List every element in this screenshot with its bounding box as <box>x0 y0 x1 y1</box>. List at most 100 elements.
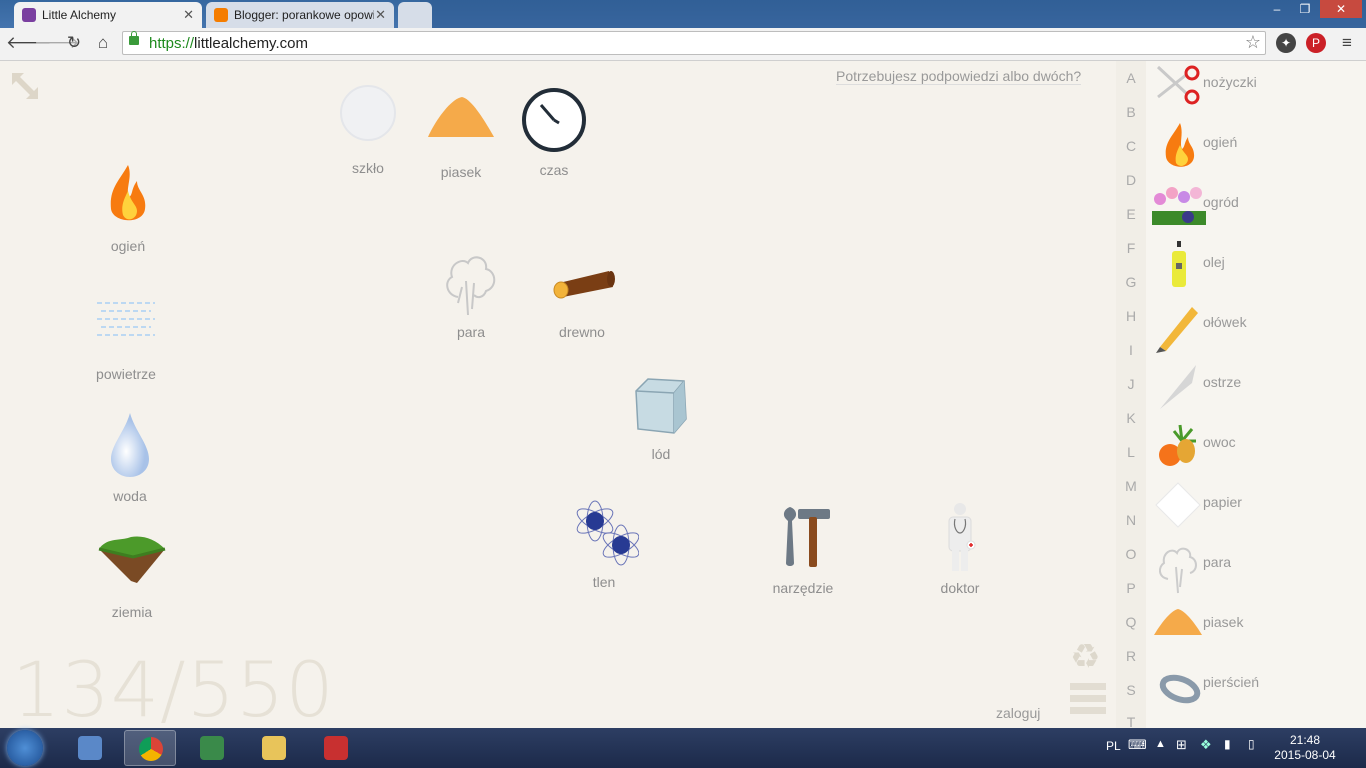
clock-date: 2015-08-04 <box>1274 748 1336 762</box>
workspace-element[interactable]: tlen <box>554 497 654 590</box>
workspace-element[interactable]: powietrze <box>76 289 176 382</box>
library-item[interactable]: ogień <box>1146 121 1366 181</box>
little-alchemy-game: Potrzebujesz podpowiedzi albo dwóch? ogi… <box>0 61 1366 734</box>
login-link[interactable]: zaloguj <box>996 705 1040 721</box>
element-library[interactable]: nożyczki ogień ogród olej ołówek ostrze … <box>1146 61 1366 728</box>
alphabet-letter[interactable]: B <box>1116 104 1146 120</box>
home-icon[interactable]: ⌂ <box>92 32 114 54</box>
discovered-counter: 134/550 <box>12 645 335 734</box>
taskbar-notebook-app[interactable] <box>186 730 238 766</box>
workspace-element[interactable]: piasek <box>411 87 511 180</box>
alphabet-letter[interactable]: M <box>1116 478 1146 494</box>
alphabet-letter[interactable]: R <box>1116 648 1146 664</box>
tab-close-icon[interactable]: ✕ <box>183 7 194 23</box>
alphabet-letter[interactable]: E <box>1116 206 1146 222</box>
library-item[interactable]: ostrze <box>1146 361 1366 421</box>
alphabet-letter[interactable]: N <box>1116 512 1146 528</box>
alphabet-letter[interactable]: G <box>1116 274 1146 290</box>
steam-icon <box>1158 547 1197 594</box>
water-drop-icon <box>111 413 149 477</box>
alphabet-letter[interactable]: P <box>1116 580 1146 596</box>
element-label: woda <box>113 488 147 504</box>
notebook-icon <box>200 736 224 760</box>
library-item[interactable]: piasek <box>1146 601 1366 661</box>
new-tab-button[interactable] <box>398 2 432 28</box>
library-item-label: nożyczki <box>1203 74 1257 90</box>
chrome-menu-icon[interactable]: ≡ <box>1336 32 1358 54</box>
taskbar-chrome[interactable] <box>124 730 176 766</box>
alphabet-letter[interactable]: S <box>1116 682 1146 698</box>
maximize-button[interactable]: ❐ <box>1292 0 1318 18</box>
library-item[interactable]: nożyczki <box>1146 61 1366 121</box>
extension-icon[interactable]: ✦ <box>1276 33 1296 53</box>
alphabet-letter[interactable]: Q <box>1116 614 1146 630</box>
browser-title-bar: Little Alchemy ✕ Blogger: porankowe opow… <box>0 0 1366 28</box>
keyboard-icon[interactable]: ⌨ <box>1128 737 1147 753</box>
address-bar[interactable]: https://littlealchemy.com ☆ <box>122 31 1266 55</box>
minimize-button[interactable]: – <box>1264 0 1290 18</box>
language-indicator[interactable]: PL <box>1106 739 1121 753</box>
close-window-button[interactable]: ✕ <box>1320 0 1362 18</box>
alphabet-letter[interactable]: L <box>1116 444 1146 460</box>
library-item[interactable]: pierścień <box>1146 661 1366 721</box>
workspace-element[interactable]: doktor <box>910 503 1010 596</box>
start-button[interactable] <box>7 730 43 766</box>
alphabet-letter[interactable]: K <box>1116 410 1146 426</box>
scissors-icon <box>1156 65 1200 105</box>
alphabet-letter[interactable]: A <box>1116 70 1146 86</box>
alphabet-letter[interactable]: F <box>1116 240 1146 256</box>
alphabet-letter[interactable]: O <box>1116 546 1146 562</box>
workspace-element[interactable]: woda <box>80 411 180 504</box>
reload-icon[interactable]: ↻ <box>63 32 85 54</box>
taskbar-app[interactable] <box>310 730 362 766</box>
workspace-element[interactable]: ziemia <box>82 527 182 620</box>
taskbar-scanner-app[interactable] <box>64 730 116 766</box>
alphabet-letter[interactable]: J <box>1116 376 1146 392</box>
workspace-element[interactable]: narzędzie <box>753 503 853 596</box>
tab-close-icon[interactable]: ✕ <box>375 7 386 23</box>
tab-title: Blogger: porankowe opowi <box>234 8 374 22</box>
signal-icon[interactable]: ▮ <box>1224 737 1231 751</box>
element-label: ziemia <box>111 604 153 620</box>
workspace-element[interactable]: czas <box>504 85 604 178</box>
steam-icon <box>446 256 496 316</box>
show-hidden-icons-icon[interactable]: ▲ <box>1155 738 1166 750</box>
workspace-element[interactable]: para <box>421 247 521 340</box>
library-item-label: ogród <box>1203 194 1239 210</box>
taskbar-explorer[interactable] <box>248 730 300 766</box>
back-arrow-icon[interactable]: 🡐 <box>6 32 52 54</box>
alphabet-letter[interactable]: H <box>1116 308 1146 324</box>
menu-icon[interactable] <box>1070 683 1106 719</box>
library-item[interactable]: ołówek <box>1146 301 1366 361</box>
taskbar-clock[interactable]: 21:48 2015-08-04 <box>1270 733 1340 763</box>
library-item[interactable]: papier <box>1146 481 1366 541</box>
alphabet-letter[interactable]: C <box>1116 138 1146 154</box>
element-label: piasek <box>440 164 482 180</box>
url-text: https://littlealchemy.com <box>149 35 308 52</box>
workspace-element[interactable]: drewno <box>532 247 632 340</box>
bookmark-star-icon[interactable]: ☆ <box>1245 32 1261 53</box>
library-item[interactable]: owoc <box>1146 421 1366 481</box>
dropbox-icon[interactable]: ❖ <box>1200 737 1212 753</box>
alphabet-letter[interactable]: I <box>1116 342 1146 358</box>
library-item-label: ostrze <box>1203 374 1242 390</box>
windows-flag-icon[interactable]: ⊞ <box>1176 737 1187 753</box>
hint-link[interactable]: Potrzebujesz podpowiedzi albo dwóch? <box>836 68 1082 85</box>
recycle-icon[interactable]: ♻ <box>1070 637 1100 677</box>
workspace-element[interactable]: szkło <box>318 83 418 176</box>
library-item[interactable]: para <box>1146 541 1366 601</box>
battery-icon[interactable]: ▯ <box>1248 737 1255 751</box>
library-item[interactable]: ogród <box>1146 181 1366 241</box>
forward-arrow-icon[interactable]: 🡒 <box>34 32 80 54</box>
tools-icon <box>783 507 830 567</box>
workspace[interactable]: Potrzebujesz podpowiedzi albo dwóch? ogi… <box>0 61 1116 734</box>
alphabet-letter[interactable]: D <box>1116 172 1146 188</box>
workspace-element[interactable]: lód <box>611 369 711 462</box>
tab-little-alchemy[interactable]: Little Alchemy ✕ <box>14 2 202 28</box>
tab-blogger[interactable]: Blogger: porankowe opowi ✕ <box>206 2 394 28</box>
fullscreen-icon[interactable] <box>10 71 40 101</box>
pinterest-icon[interactable]: P <box>1306 33 1326 53</box>
library-item[interactable]: olej <box>1146 241 1366 301</box>
fire-icon <box>110 165 146 221</box>
workspace-element[interactable]: ogień <box>78 161 178 254</box>
